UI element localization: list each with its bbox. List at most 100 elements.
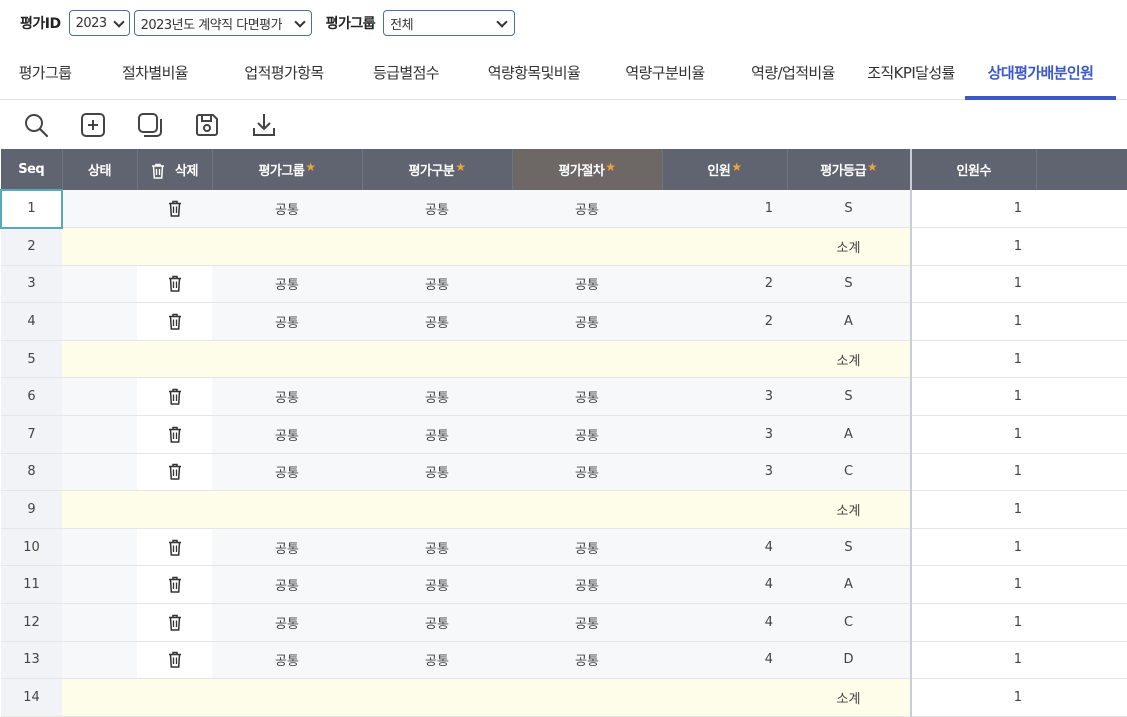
cell-grade[interactable]: 소계 <box>787 490 911 529</box>
cell-status[interactable] <box>62 302 137 341</box>
cell-count[interactable]: 1 <box>910 678 1036 717</box>
cell-headcount[interactable]: 2 <box>662 265 787 304</box>
tab-org-kpi[interactable]: 조직KPI달성률 <box>858 45 964 99</box>
eval-name-select[interactable]: 2023년도 계약직 다면평가 <box>133 10 312 36</box>
cell-headcount[interactable]: 4 <box>662 565 787 605</box>
delete-row-button[interactable] <box>137 265 212 304</box>
col-grade[interactable]: 평가등급★ <box>787 149 912 190</box>
cell-status[interactable] <box>62 415 137 454</box>
cell-division[interactable]: 공통 <box>362 302 512 341</box>
cell-count[interactable]: 1 <box>910 415 1036 454</box>
cell-grade[interactable]: S <box>787 377 911 417</box>
col-headcount[interactable]: 인원★ <box>662 149 788 190</box>
delete-row-button[interactable] <box>137 641 212 680</box>
col-delete[interactable]: 삭제 <box>137 149 213 190</box>
delete-row-button[interactable] <box>137 377 212 417</box>
table-row[interactable]: 4 공통 공통 공통 2 A 1 <box>1 302 1127 341</box>
tab-competency-division[interactable]: 역량구분비율 <box>602 45 728 99</box>
copy-button[interactable] <box>136 111 164 139</box>
cell-seq[interactable]: 11 <box>1 565 62 605</box>
tab-grade-score[interactable]: 등급별점수 <box>346 45 466 99</box>
cell-division[interactable]: 공통 <box>362 528 512 567</box>
subtotal-row[interactable]: 2 소계 1 <box>1 227 1127 266</box>
cell-procedure[interactable]: 공통 <box>512 415 662 454</box>
tab-eval-group[interactable]: 평가그룹 <box>2 45 88 99</box>
col-seq[interactable]: Seq <box>1 149 63 190</box>
cell-seq[interactable]: 8 <box>1 453 62 492</box>
cell-group[interactable]: 공통 <box>212 190 362 229</box>
cell-seq[interactable]: 14 <box>1 678 62 717</box>
cell-division[interactable]: 공통 <box>362 565 512 605</box>
cell-division[interactable]: 공통 <box>362 265 512 304</box>
cell-seq[interactable]: 2 <box>1 227 62 266</box>
cell-status[interactable] <box>62 265 137 304</box>
cell-count[interactable]: 1 <box>910 302 1036 341</box>
cell-procedure[interactable]: 공통 <box>512 377 662 417</box>
cell-group[interactable]: 공통 <box>212 265 362 304</box>
cell-seq[interactable]: 3 <box>1 265 62 304</box>
cell-grade[interactable]: D <box>787 641 911 680</box>
cell-group[interactable]: 공통 <box>212 415 362 454</box>
cell-seq[interactable]: 1 <box>0 189 63 229</box>
cell-headcount[interactable]: 3 <box>662 415 787 454</box>
cell-grade[interactable]: 소계 <box>787 340 911 379</box>
cell-grade[interactable]: S <box>787 528 911 567</box>
col-count[interactable]: 인원수 <box>910 149 1037 190</box>
cell-headcount[interactable]: 1 <box>662 190 787 229</box>
cell-headcount[interactable]: 4 <box>662 603 787 642</box>
cell-grade[interactable]: S <box>787 190 911 229</box>
cell-headcount[interactable]: 3 <box>662 453 787 492</box>
cell-headcount[interactable]: 3 <box>662 377 787 417</box>
tab-competency-performance[interactable]: 역량/업적비율 <box>728 45 858 99</box>
subtotal-row[interactable]: 14 소계 1 <box>1 678 1127 717</box>
cell-status[interactable] <box>62 641 137 680</box>
cell-seq[interactable]: 9 <box>1 490 62 529</box>
delete-row-button[interactable] <box>137 453 212 492</box>
cell-procedure[interactable]: 공통 <box>512 302 662 341</box>
cell-group[interactable]: 공통 <box>212 302 362 341</box>
cell-grade[interactable]: A <box>787 415 911 454</box>
cell-status[interactable] <box>62 603 137 642</box>
cell-count[interactable]: 1 <box>910 377 1036 417</box>
download-button[interactable] <box>250 111 278 139</box>
cell-procedure[interactable]: 공통 <box>512 528 662 567</box>
eval-group-select[interactable]: 전체 <box>383 10 516 36</box>
cell-status[interactable] <box>62 565 137 605</box>
cell-count[interactable]: 1 <box>910 528 1036 567</box>
cell-count[interactable]: 1 <box>910 641 1036 680</box>
search-button[interactable] <box>22 111 50 139</box>
tab-competency-items[interactable]: 역량항목및비율 <box>466 45 602 99</box>
cell-count[interactable]: 1 <box>910 453 1036 492</box>
cell-grade[interactable]: A <box>787 302 911 341</box>
cell-seq[interactable]: 7 <box>1 415 62 454</box>
cell-headcount[interactable]: 4 <box>662 528 787 567</box>
cell-seq[interactable]: 10 <box>1 528 62 567</box>
cell-seq[interactable]: 5 <box>1 340 62 379</box>
cell-seq[interactable]: 4 <box>1 302 62 341</box>
cell-division[interactable]: 공통 <box>362 190 512 229</box>
cell-division[interactable]: 공통 <box>362 603 512 642</box>
table-row[interactable]: 7 공통 공통 공통 3 A 1 <box>1 415 1127 454</box>
delete-row-button[interactable] <box>137 603 212 642</box>
cell-division[interactable]: 공통 <box>362 377 512 417</box>
table-row[interactable]: 10 공통 공통 공통 4 S 1 <box>1 528 1127 567</box>
cell-status[interactable] <box>62 190 137 229</box>
cell-procedure[interactable]: 공통 <box>512 453 662 492</box>
cell-grade[interactable]: 소계 <box>787 678 911 717</box>
delete-row-button[interactable] <box>137 415 212 454</box>
col-group[interactable]: 평가그룹★ <box>212 149 363 190</box>
col-status[interactable]: 상태 <box>62 149 138 190</box>
cell-group[interactable]: 공통 <box>212 641 362 680</box>
cell-count[interactable]: 1 <box>910 565 1036 605</box>
delete-row-button[interactable] <box>137 302 212 341</box>
add-button[interactable] <box>79 111 107 139</box>
cell-count[interactable]: 1 <box>910 490 1036 529</box>
tab-performance-items[interactable]: 업적평가항목 <box>222 45 346 99</box>
cell-procedure[interactable]: 공통 <box>512 565 662 605</box>
cell-status[interactable] <box>62 377 137 417</box>
table-row[interactable]: 1 공통 공통 공통 1 S 1 <box>0 189 1127 229</box>
cell-division[interactable]: 공통 <box>362 641 512 680</box>
table-row[interactable]: 11 공통 공통 공통 4 A 1 <box>1 565 1127 605</box>
col-division[interactable]: 평가구분★ <box>362 149 513 190</box>
cell-procedure[interactable]: 공통 <box>512 190 662 229</box>
